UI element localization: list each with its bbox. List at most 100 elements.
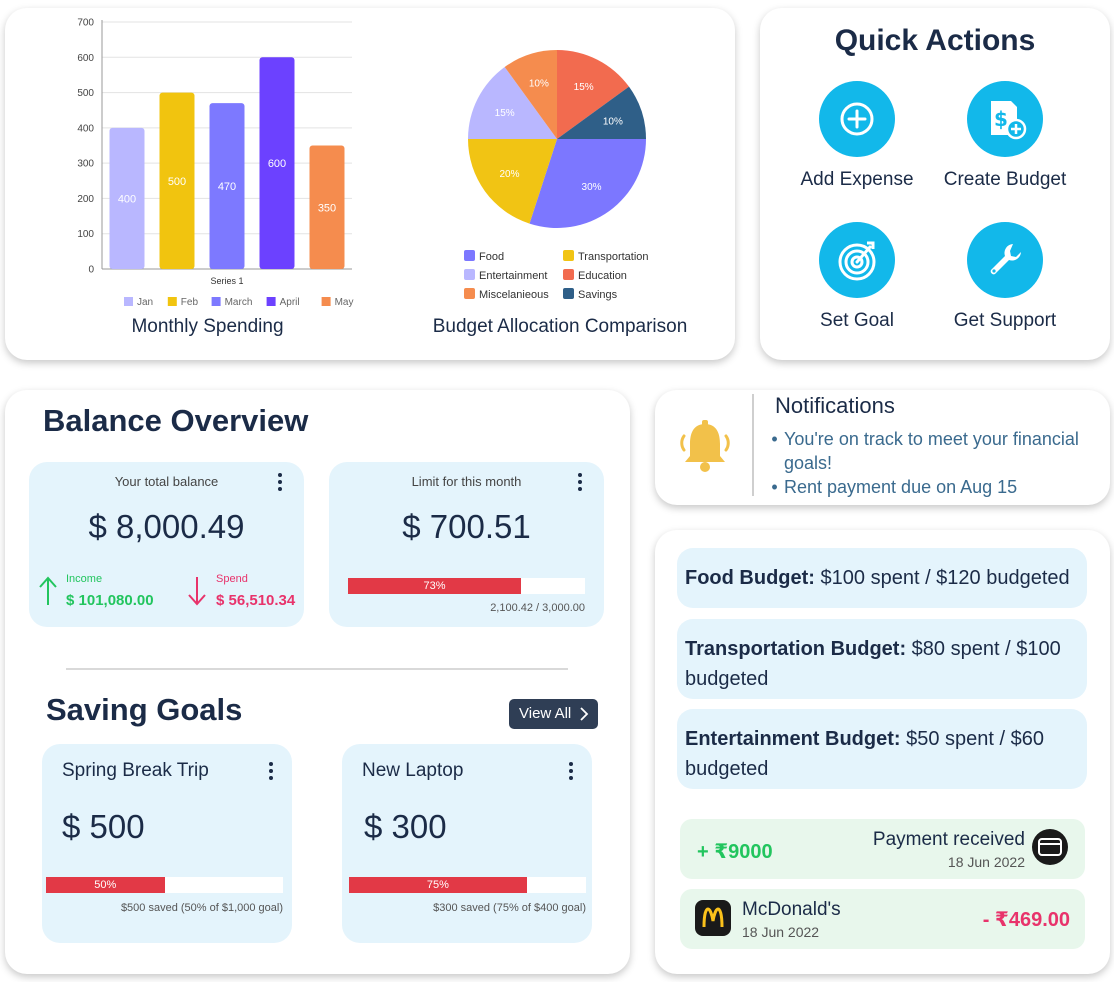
budget-name: Food Budget: bbox=[685, 567, 815, 589]
more-options-icon[interactable] bbox=[277, 473, 283, 493]
transaction-amount: + ₹9000 bbox=[697, 841, 773, 863]
notification-divider bbox=[752, 394, 754, 496]
legend-label: Miscelanieous bbox=[479, 289, 549, 301]
transaction-row[interactable]: McDonald's 18 Jun 2022 - ₹469.00 bbox=[680, 889, 1085, 949]
limit-progress-fill: 73% bbox=[348, 578, 521, 594]
budget-item[interactable]: Entertainment Budget: $50 spent / $60 bu… bbox=[677, 709, 1087, 789]
transaction-row[interactable]: + ₹9000 Payment received 18 Jun 2022 bbox=[680, 819, 1085, 879]
chevron-right-icon bbox=[580, 707, 589, 721]
budget-allocation-caption: Budget Allocation Comparison bbox=[432, 316, 688, 337]
pie-percent-label: 30% bbox=[582, 182, 602, 193]
legend-label: May bbox=[335, 297, 354, 308]
y-tick-label: 100 bbox=[77, 229, 94, 240]
legend-swatch bbox=[464, 269, 475, 280]
plus-icon bbox=[819, 81, 895, 157]
budget-name: Transportation Budget: bbox=[685, 638, 907, 660]
get-support-button[interactable]: Get Support bbox=[930, 222, 1080, 332]
legend-swatch bbox=[321, 297, 331, 306]
budget-dollar-icon: $ bbox=[967, 81, 1043, 157]
bar-value-label: 500 bbox=[168, 176, 186, 188]
goal-card[interactable]: Spring Break Trip $ 500 50% $500 saved (… bbox=[42, 744, 292, 943]
budget-name: Entertainment Budget: bbox=[685, 728, 901, 750]
more-options-icon[interactable] bbox=[568, 762, 574, 782]
notification-item: • You're on track to meet your financial… bbox=[765, 427, 1105, 475]
target-icon bbox=[819, 222, 895, 298]
mcdonalds-logo-icon bbox=[695, 900, 731, 936]
quick-actions-card: Quick Actions Add Expense $ Create Budge… bbox=[760, 8, 1110, 360]
section-divider bbox=[66, 668, 568, 670]
y-tick-label: 600 bbox=[77, 53, 94, 64]
legend-label: Transportation bbox=[578, 251, 649, 263]
spend-label: Spend bbox=[216, 573, 248, 585]
goal-amount: $ 300 bbox=[364, 808, 447, 845]
transaction-title: McDonald's bbox=[742, 899, 841, 920]
create-budget-button[interactable]: $ Create Budget bbox=[930, 81, 1080, 191]
limit-progress-bar: 73% bbox=[348, 578, 585, 594]
spend-value: $ 56,510.34 bbox=[216, 592, 296, 609]
y-tick-label: 0 bbox=[88, 265, 94, 276]
set-goal-label: Set Goal bbox=[820, 310, 894, 331]
create-budget-label: Create Budget bbox=[943, 169, 1067, 190]
legend-label: Education bbox=[578, 270, 627, 282]
goal-amount: $ 500 bbox=[62, 808, 145, 845]
legend-label: Savings bbox=[578, 289, 618, 301]
notification-item: • Rent payment due on Aug 15 bbox=[765, 475, 1105, 499]
goal-detail: $500 saved (50% of $1,000 goal) bbox=[120, 902, 283, 914]
limit-detail: 2,100.42 / 3,000.00 bbox=[490, 602, 585, 614]
charts-card: 0 100 200 300 400 500 600 700 400 500 470 600 350 Ser… bbox=[5, 8, 735, 360]
transaction-amount: - ₹469.00 bbox=[982, 909, 1070, 931]
notification-text: You're on track to meet your financial g… bbox=[784, 429, 1079, 473]
y-tick-label: 500 bbox=[77, 88, 94, 99]
bar-value-label: 600 bbox=[268, 158, 286, 170]
budget-allocation-chart: 15% 10% 30% 20% 15% 10% Food Transportation Ente… bbox=[464, 50, 649, 301]
legend-label: Food bbox=[479, 251, 504, 263]
goal-name: Spring Break Trip bbox=[62, 760, 209, 781]
add-expense-button[interactable]: Add Expense bbox=[782, 81, 932, 191]
transaction-title: Payment received bbox=[872, 829, 1025, 850]
goal-card[interactable]: New Laptop $ 300 75% $300 saved (75% of … bbox=[342, 744, 592, 943]
get-support-label: Get Support bbox=[953, 310, 1057, 331]
bar-value-label: 400 bbox=[118, 193, 136, 205]
legend-label: March bbox=[225, 297, 253, 308]
goal-detail: $300 saved (75% of $400 goal) bbox=[433, 902, 586, 914]
spend-arrow-icon bbox=[188, 577, 206, 606]
legend-swatch bbox=[563, 250, 574, 261]
monthly-limit-amount: $ 700.51 bbox=[402, 508, 531, 545]
goal-progress-fill: 50% bbox=[46, 877, 165, 893]
monthly-spending-caption: Monthly Spending bbox=[131, 316, 284, 337]
goal-progress-bar: 50% bbox=[46, 877, 283, 893]
set-goal-button[interactable]: Set Goal bbox=[782, 222, 932, 332]
y-tick-label: 300 bbox=[77, 159, 94, 170]
pie-percent-label: 15% bbox=[495, 108, 515, 119]
pie-percent-label: 10% bbox=[529, 79, 549, 90]
more-options-icon[interactable] bbox=[577, 473, 583, 493]
total-balance-label: Your total balance bbox=[114, 474, 219, 489]
legend-swatch bbox=[266, 297, 276, 306]
bar-value-label: 470 bbox=[218, 181, 236, 193]
goal-name: New Laptop bbox=[362, 760, 464, 781]
notification-text: Rent payment due on Aug 15 bbox=[784, 477, 1018, 497]
x-axis-label: Series 1 bbox=[210, 276, 243, 286]
bell-icon bbox=[680, 420, 730, 472]
legend-swatch bbox=[211, 297, 221, 306]
legend-swatch bbox=[167, 297, 177, 306]
more-options-icon[interactable] bbox=[268, 762, 274, 782]
monthly-limit-card: Limit for this month $ 700.51 73% 2,100.… bbox=[329, 462, 604, 627]
view-all-label: View All bbox=[519, 705, 572, 722]
legend-swatch bbox=[124, 297, 133, 306]
goal-progress-fill: 75% bbox=[349, 877, 527, 893]
income-arrow-icon bbox=[39, 576, 57, 605]
balance-overview-title: Balance Overview bbox=[43, 403, 309, 438]
monthly-spending-chart: 0 100 200 300 400 500 600 700 400 500 470 600 350 Ser… bbox=[77, 18, 354, 309]
notifications-title: Notifications bbox=[775, 393, 895, 418]
transaction-date: 18 Jun 2022 bbox=[947, 854, 1025, 870]
pie-percent-label: 10% bbox=[603, 116, 623, 127]
view-all-button[interactable]: View All bbox=[509, 699, 598, 729]
budget-item[interactable]: Transportation Budget: $80 spent / $100 … bbox=[677, 619, 1087, 699]
legend-label: Entertainment bbox=[479, 270, 547, 282]
legend-label: Jan bbox=[137, 297, 153, 308]
pie-percent-label: 15% bbox=[574, 82, 594, 93]
income-value: $ 101,080.00 bbox=[66, 592, 154, 609]
pie-percent-label: 20% bbox=[499, 169, 519, 180]
budget-item[interactable]: Food Budget: $100 spent / $120 budgeted bbox=[677, 548, 1087, 608]
